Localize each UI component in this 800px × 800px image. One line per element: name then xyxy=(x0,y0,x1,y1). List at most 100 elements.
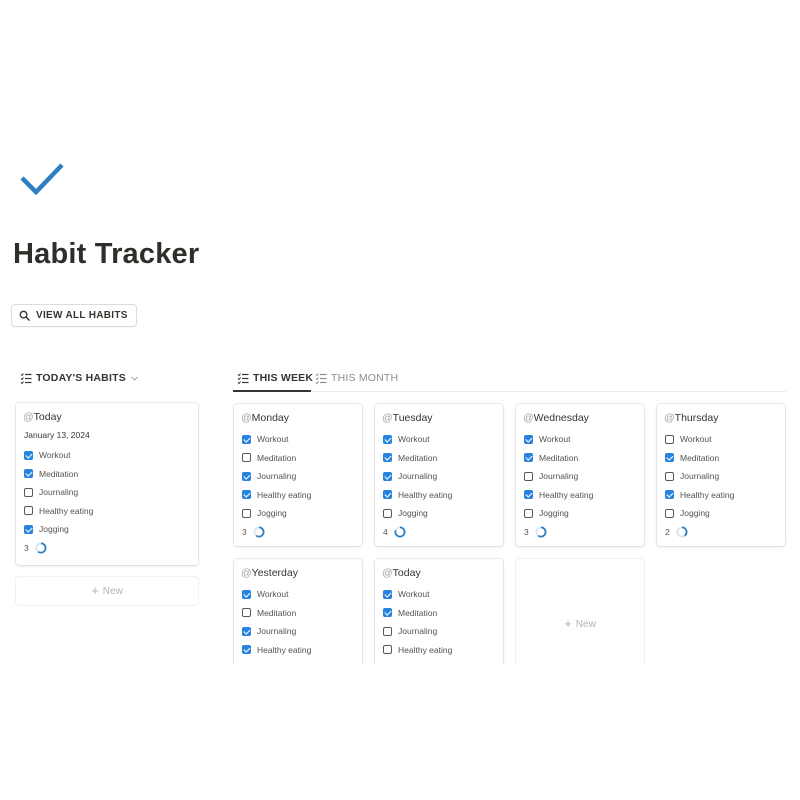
habit-list: Workout Meditation Journaling Healthy eatin… xyxy=(23,446,191,539)
habit-label: Meditation xyxy=(680,452,720,463)
checkbox-checked[interactable] xyxy=(383,490,392,500)
card-title: @Yesterday xyxy=(241,567,298,579)
habit-item: Healthy eating xyxy=(241,641,355,660)
checkbox-unchecked[interactable] xyxy=(242,453,251,463)
checkbox-checked[interactable] xyxy=(383,434,392,444)
habit-item: Workout xyxy=(241,430,355,449)
habit-label: Workout xyxy=(680,434,712,445)
checkbox-checked[interactable] xyxy=(24,450,33,460)
checkbox-checked[interactable] xyxy=(383,453,392,463)
checkbox-checked[interactable] xyxy=(524,453,533,463)
habit-item: Jogging xyxy=(523,504,637,523)
checkbox-unchecked[interactable] xyxy=(242,608,251,618)
habit-item: Meditation xyxy=(23,465,191,484)
habit-label: Healthy eating xyxy=(680,489,735,500)
checkbox-checked[interactable] xyxy=(665,490,674,500)
tab-divider xyxy=(233,391,786,392)
habit-item: Healthy eating xyxy=(664,486,778,505)
progress-indicator: 3 xyxy=(241,523,355,541)
page-title: Habit Tracker xyxy=(13,238,200,270)
habit-item: Healthy eating xyxy=(23,502,191,521)
tab-todays-habits[interactable]: TODAY'S HABITS xyxy=(20,368,139,388)
habit-label: Meditation xyxy=(257,607,297,618)
habit-item: Workout xyxy=(23,446,191,465)
progress-ring-icon xyxy=(676,526,688,537)
day-habit-card-monday[interactable]: @Monday Workout Meditation Journaling Health… xyxy=(234,404,362,546)
checkbox-checked[interactable] xyxy=(242,626,251,636)
habit-item: Healthy eating xyxy=(382,641,496,660)
checkbox-unchecked[interactable] xyxy=(383,645,392,655)
checkbox-checked[interactable] xyxy=(242,645,251,655)
habit-label: Meditation xyxy=(257,452,297,463)
checkbox-checked[interactable] xyxy=(524,434,533,444)
search-icon xyxy=(19,310,30,321)
checkbox-unchecked[interactable] xyxy=(242,508,251,518)
habit-item: Jogging xyxy=(382,504,496,523)
checkbox-checked[interactable] xyxy=(383,608,392,618)
card-title: @Tuesday xyxy=(382,412,433,424)
checkbox-checked[interactable] xyxy=(242,471,251,481)
checkbox-unchecked[interactable] xyxy=(383,508,392,518)
checkbox-checked[interactable] xyxy=(24,524,33,534)
view-all-habits-label: VIEW ALL HABITS xyxy=(36,310,128,321)
checkbox-unchecked[interactable] xyxy=(24,506,33,516)
habit-item: Journaling xyxy=(382,467,496,486)
checkbox-unchecked[interactable] xyxy=(665,434,674,444)
habit-item: Jogging xyxy=(23,520,191,539)
checkbox-unchecked[interactable] xyxy=(665,471,674,481)
habit-label: Workout xyxy=(398,434,430,445)
tab-this-month[interactable]: THIS MONTH xyxy=(315,368,398,388)
checkbox-unchecked[interactable] xyxy=(665,508,674,518)
checkbox-unchecked[interactable] xyxy=(524,508,533,518)
tab-this-week[interactable]: THIS WEEK xyxy=(237,368,313,388)
checkbox-checked[interactable] xyxy=(383,471,392,481)
today-habit-card[interactable]: @Today January 13, 2024 Workout Meditatio… xyxy=(16,403,198,565)
chevron-down-icon xyxy=(131,376,138,381)
habit-label: Workout xyxy=(539,434,571,445)
habit-label: Jogging xyxy=(257,508,287,519)
progress-indicator: 2 xyxy=(664,523,778,541)
active-tab-indicator xyxy=(233,390,311,392)
habit-label: Journaling xyxy=(257,471,297,482)
checkbox-checked[interactable] xyxy=(524,490,533,500)
habit-item: Workout xyxy=(664,430,778,449)
progress-indicator: 4 xyxy=(382,523,496,541)
habit-label: Jogging xyxy=(680,508,710,519)
habit-label: Meditation xyxy=(398,452,438,463)
checkmark-icon xyxy=(20,163,64,196)
list-view-icon xyxy=(20,373,32,384)
checked-count: 3 xyxy=(524,526,529,537)
new-habit-card-button[interactable]: + New xyxy=(16,577,198,605)
checkbox-unchecked[interactable] xyxy=(383,626,392,636)
habit-item: Journaling xyxy=(382,622,496,641)
checkbox-checked[interactable] xyxy=(383,589,392,599)
habit-item: Jogging xyxy=(664,504,778,523)
habit-label: Healthy eating xyxy=(257,489,312,500)
habit-item: Journaling xyxy=(664,467,778,486)
habit-label: Journaling xyxy=(39,487,79,498)
checkbox-checked[interactable] xyxy=(24,469,33,479)
habit-item: Healthy eating xyxy=(523,486,637,505)
habit-item: Journaling xyxy=(241,622,355,641)
view-all-habits-button[interactable]: VIEW ALL HABITS xyxy=(11,304,137,327)
day-habit-card-wednesday[interactable]: @Wednesday Workout Meditation Journaling Hea… xyxy=(516,404,644,546)
habit-label: Workout xyxy=(257,434,289,445)
card-title: @Today xyxy=(23,411,62,423)
checked-count: 2 xyxy=(665,526,670,537)
habit-label: Healthy eating xyxy=(257,644,312,655)
progress-ring-icon xyxy=(535,526,547,537)
checkbox-unchecked[interactable] xyxy=(24,487,33,497)
card-title: @Wednesday xyxy=(523,412,589,424)
habit-item: Meditation xyxy=(382,449,496,468)
habit-item: Healthy eating xyxy=(241,486,355,505)
day-habit-card-thursday[interactable]: @Thursday Workout Meditation Journaling Heal… xyxy=(657,404,785,546)
habit-label: Journaling xyxy=(398,471,438,482)
checkbox-checked[interactable] xyxy=(242,589,251,599)
habit-label: Healthy eating xyxy=(398,644,453,655)
checkbox-checked[interactable] xyxy=(242,434,251,444)
checked-count: 4 xyxy=(383,526,388,537)
checkbox-checked[interactable] xyxy=(665,453,674,463)
day-habit-card-tuesday[interactable]: @Tuesday Workout Meditation Journaling Healt… xyxy=(375,404,503,546)
checkbox-checked[interactable] xyxy=(242,490,251,500)
checkbox-unchecked[interactable] xyxy=(524,471,533,481)
